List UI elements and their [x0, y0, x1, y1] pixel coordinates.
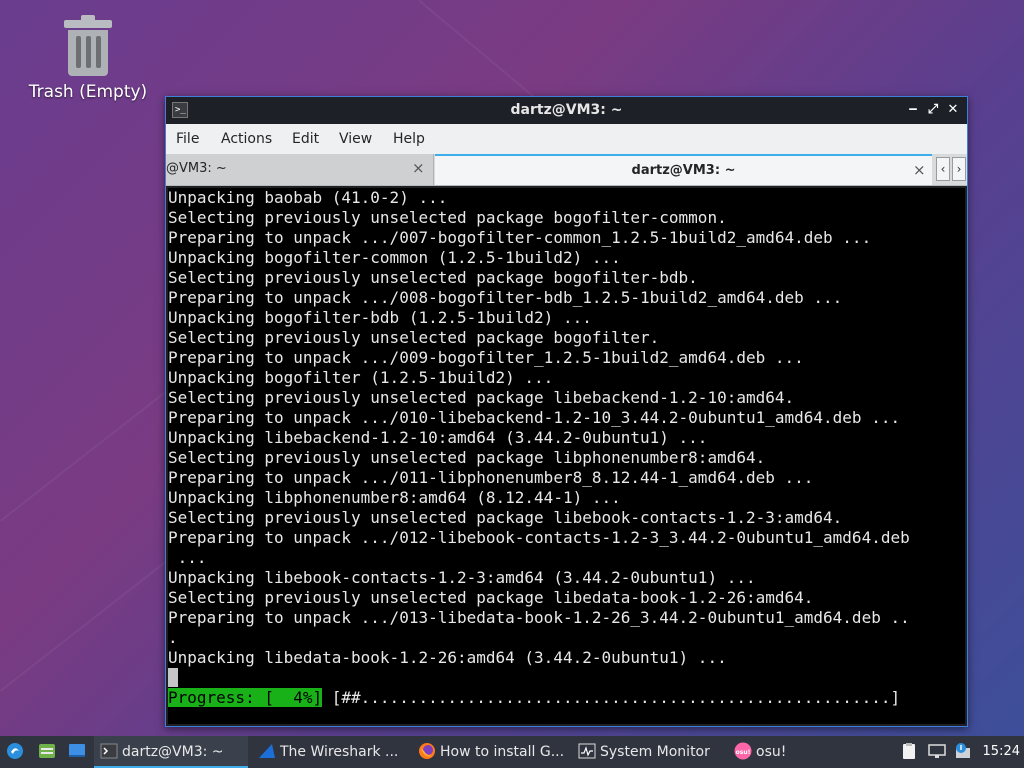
terminal-line: Selecting previously unselected package … — [168, 448, 766, 467]
network-icon — [928, 744, 946, 758]
show-desktop-icon — [69, 744, 85, 757]
show-desktop-button[interactable] — [68, 736, 90, 768]
terminal-line: Preparing to unpack .../011-libphonenumb… — [168, 468, 814, 487]
taskbar-item-label: osu! — [756, 744, 787, 760]
maximize-button[interactable]: ⤢ — [924, 101, 942, 119]
taskbar-item-label: dartz@VM3: ~ — [122, 744, 224, 760]
tab-label: dartz@VM3: ~ — [631, 163, 736, 178]
tab-scroll-left-icon[interactable]: ‹ — [936, 157, 950, 181]
svg-text:osu!: osu! — [736, 749, 751, 756]
terminal-line: Selecting previously unselected package … — [168, 208, 727, 227]
trash-desktop-icon[interactable]: Trash (Empty) — [26, 14, 150, 102]
wireshark-icon — [259, 744, 275, 758]
menu-help[interactable]: Help — [393, 124, 425, 154]
terminal-line: Selecting previously unselected package … — [168, 588, 814, 607]
menu-edit[interactable]: Edit — [292, 124, 319, 154]
clock[interactable]: 15:24 — [983, 736, 1020, 768]
terminal-line: Preparing to unpack .../012-libebook-con… — [168, 528, 910, 547]
progress-bar: [##.....................................… — [322, 688, 901, 707]
terminal-line: Unpacking bogofilter-common (1.2.5-1buil… — [168, 248, 621, 267]
taskbar-item-label: System Monitor — [600, 744, 710, 760]
terminal-line: Unpacking libedata-book-1.2-26:amd64 (3.… — [168, 648, 727, 667]
network-tray-button[interactable] — [928, 736, 950, 768]
tab-scroll-right-icon[interactable]: › — [952, 157, 966, 181]
terminal-line: Unpacking libphonenumber8:amd64 (8.12.44… — [168, 488, 621, 507]
tab-vm3-active[interactable]: dartz@VM3: ~ × — [435, 154, 932, 185]
terminal-line: . — [168, 628, 178, 647]
updates-tray-button[interactable] — [954, 736, 976, 768]
taskbar-item-wireshark[interactable]: The Wireshark ... — [258, 736, 408, 768]
minimize-button[interactable]: ‒ — [904, 101, 922, 119]
terminal-output[interactable]: Unpacking baobab (41.0-2) ... Selecting p… — [168, 188, 965, 724]
window-titlebar[interactable]: >_ dartz@VM3: ~ ‒ ⤢ ✕ — [166, 97, 967, 124]
menu-actions[interactable]: Actions — [221, 124, 272, 154]
taskbar-item-system-monitor[interactable]: System Monitor — [578, 736, 728, 768]
trash-icon — [64, 14, 112, 78]
menu-file[interactable]: File — [176, 124, 199, 154]
tab-close-icon[interactable]: × — [913, 156, 926, 185]
menu-view[interactable]: View — [339, 124, 372, 154]
trash-label: Trash (Empty) — [28, 82, 148, 102]
file-manager-icon — [39, 744, 55, 758]
clipboard-tray-button[interactable] — [900, 736, 922, 768]
terminal-line: Selecting previously unselected package … — [168, 508, 843, 527]
terminal-icon — [100, 743, 118, 759]
terminal-line: Unpacking baobab (41.0-2) ... — [168, 188, 448, 207]
taskbar: dartz@VM3: ~ The Wireshark ... How to in… — [0, 736, 1024, 768]
window-title: dartz@VM3: ~ — [510, 102, 623, 118]
osu-icon: osu! — [734, 742, 752, 760]
terminal-line: Selecting previously unselected package … — [168, 388, 795, 407]
progress-line: Progress: [ 4%] [##.....................… — [168, 688, 900, 708]
terminal-line: Unpacking bogofilter (1.2.5-1build2) ... — [168, 368, 554, 387]
tab-close-icon[interactable]: × — [412, 154, 425, 183]
taskbar-item-label: How to install G... — [440, 744, 565, 760]
firefox-icon — [419, 743, 435, 759]
terminal-line: ... — [168, 548, 207, 567]
tab-bar: @VM3: ~ × dartz@VM3: ~ × ‹ › — [166, 154, 967, 186]
terminal-line: Unpacking bogofilter-bdb (1.2.5-1build2)… — [168, 308, 592, 327]
clipboard-icon — [903, 743, 915, 759]
tab-label: @VM3: ~ — [166, 161, 227, 176]
terminal-cursor — [168, 668, 178, 687]
menu-bar: File Actions Edit View Help — [166, 124, 967, 154]
terminal-line: Preparing to unpack .../013-libedata-boo… — [168, 608, 910, 627]
distro-logo-icon — [7, 743, 23, 759]
start-menu-button[interactable] — [6, 736, 28, 768]
terminal-line: Preparing to unpack .../010-libebackend-… — [168, 408, 901, 427]
terminal-line: Unpacking libebackend-1.2-10:amd64 (3.44… — [168, 428, 708, 447]
progress-label: Progress: [ 4%] — [168, 688, 323, 707]
terminal-line: Selecting previously unselected package … — [168, 268, 698, 287]
terminal-line: Unpacking libebook-contacts-1.2-3:amd64 … — [168, 568, 756, 587]
taskbar-item-osu[interactable]: osu! osu! — [734, 736, 824, 768]
taskbar-item-firefox[interactable]: How to install G... — [418, 736, 568, 768]
terminal-line: Preparing to unpack .../009-bogofilter_1… — [168, 348, 804, 367]
terminal-line: Preparing to unpack .../008-bogofilter-b… — [168, 288, 843, 307]
taskbar-item-terminal[interactable]: dartz@VM3: ~ — [94, 736, 248, 768]
file-manager-launcher[interactable] — [38, 736, 60, 768]
close-button[interactable]: ✕ — [944, 101, 962, 119]
update-notifier-icon — [956, 743, 970, 758]
terminal-window[interactable]: >_ dartz@VM3: ~ ‒ ⤢ ✕ File Actions Edit … — [165, 96, 968, 727]
system-monitor-icon — [578, 743, 596, 759]
terminal-line: Selecting previously unselected package … — [168, 328, 660, 347]
tab-vm3-inactive[interactable]: @VM3: ~ × — [166, 154, 434, 185]
taskbar-item-label: The Wireshark ... — [280, 744, 399, 760]
terminal-line: Preparing to unpack .../007-bogofilter-c… — [168, 228, 872, 247]
